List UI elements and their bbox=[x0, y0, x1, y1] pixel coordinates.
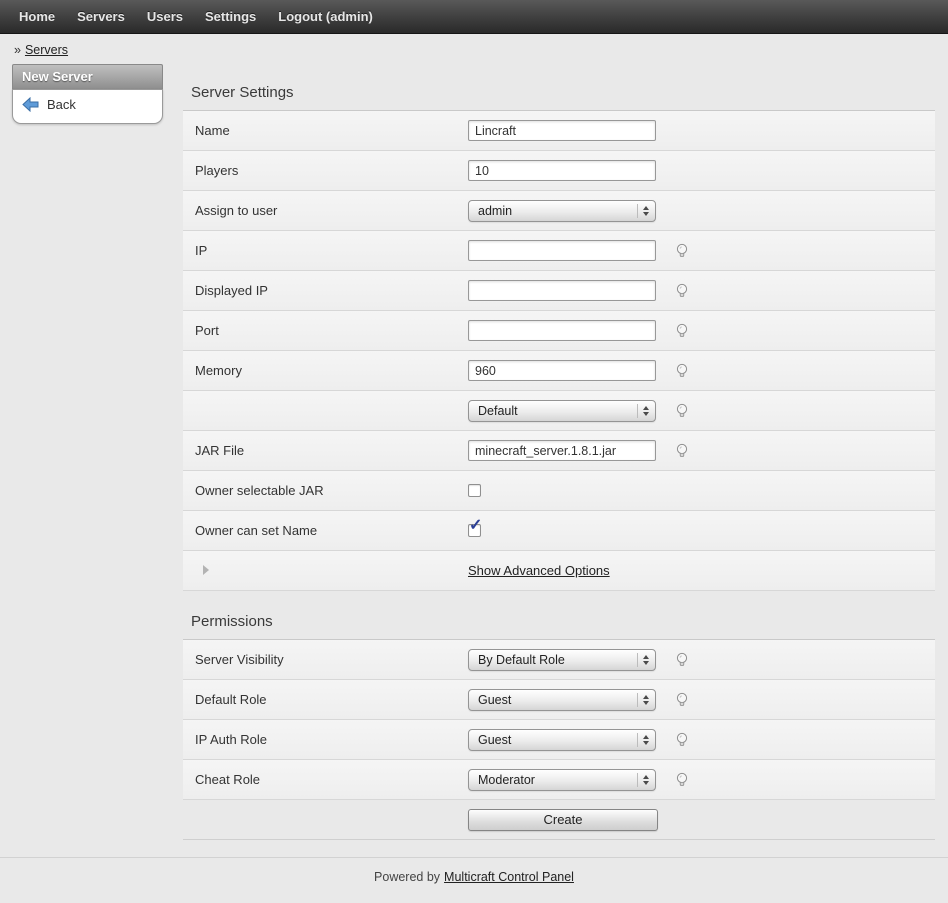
footer-text: Powered by bbox=[374, 870, 440, 884]
breadcrumb: » Servers bbox=[0, 34, 948, 62]
main-content: Server Settings Name Players Assign to u… bbox=[183, 76, 935, 840]
server-visibility-select-value: By Default Role bbox=[478, 653, 633, 667]
server-settings-title: Server Settings bbox=[183, 76, 935, 111]
row-ip: IP bbox=[183, 231, 935, 271]
help-icon[interactable] bbox=[674, 652, 690, 668]
row-server-visibility: Server Visibility By Default Role bbox=[183, 640, 935, 680]
displayed-ip-label: Displayed IP bbox=[183, 283, 468, 298]
jar-file-input[interactable] bbox=[468, 440, 656, 461]
server-visibility-select[interactable]: By Default Role bbox=[468, 649, 656, 671]
select-stepper-icon bbox=[637, 404, 651, 418]
assign-user-select-value: admin bbox=[478, 204, 633, 218]
nav-item-servers[interactable]: Servers bbox=[66, 9, 136, 24]
name-label: Name bbox=[183, 123, 468, 138]
row-assign-to-user: Assign to user admin bbox=[183, 191, 935, 231]
row-port: Port bbox=[183, 311, 935, 351]
show-advanced-link[interactable]: Show Advanced Options bbox=[468, 563, 610, 578]
select-stepper-icon bbox=[637, 773, 651, 787]
port-label: Port bbox=[183, 323, 468, 338]
page-footer: Powered by Multicraft Control Panel bbox=[0, 857, 948, 898]
sidebar-body: Back bbox=[12, 89, 163, 124]
players-input[interactable] bbox=[468, 160, 656, 181]
displayed-ip-input[interactable] bbox=[468, 280, 656, 301]
row-jar-file: JAR File bbox=[183, 431, 935, 471]
cheat-role-label: Cheat Role bbox=[183, 772, 468, 787]
nav-item-settings[interactable]: Settings bbox=[194, 9, 267, 24]
checkmark-icon: ✓ bbox=[469, 518, 482, 534]
owner-selectable-jar-checkbox[interactable] bbox=[468, 484, 481, 497]
row-advanced-options: Show Advanced Options bbox=[183, 551, 935, 591]
breadcrumb-marker: » bbox=[14, 43, 21, 57]
sidebar-title: New Server bbox=[12, 64, 163, 89]
memory-label: Memory bbox=[183, 363, 468, 378]
default-role-select[interactable]: Guest bbox=[468, 689, 656, 711]
back-button[interactable]: Back bbox=[22, 97, 153, 112]
ip-auth-role-select[interactable]: Guest bbox=[468, 729, 656, 751]
select-stepper-icon bbox=[637, 693, 651, 707]
advanced-toggle-cell bbox=[183, 563, 468, 578]
row-displayed-ip: Displayed IP bbox=[183, 271, 935, 311]
owner-can-set-name-checkbox[interactable]: ✓ bbox=[468, 524, 481, 537]
select-stepper-icon bbox=[637, 733, 651, 747]
help-icon[interactable] bbox=[674, 443, 690, 459]
help-icon[interactable] bbox=[674, 732, 690, 748]
owner-selectable-jar-label: Owner selectable JAR bbox=[183, 483, 468, 498]
row-default-role: Default Role Guest bbox=[183, 680, 935, 720]
back-label: Back bbox=[47, 97, 76, 112]
row-name: Name bbox=[183, 111, 935, 151]
help-icon[interactable] bbox=[674, 243, 690, 259]
select-stepper-icon bbox=[637, 653, 651, 667]
default-role-select-value: Guest bbox=[478, 693, 633, 707]
jar-file-label: JAR File bbox=[183, 443, 468, 458]
ip-label: IP bbox=[183, 243, 468, 258]
row-players: Players bbox=[183, 151, 935, 191]
server-visibility-label: Server Visibility bbox=[183, 652, 468, 667]
row-ip-auth-role: IP Auth Role Guest bbox=[183, 720, 935, 760]
permissions-title: Permissions bbox=[183, 605, 935, 640]
nav-item-home[interactable]: Home bbox=[8, 9, 66, 24]
help-icon[interactable] bbox=[674, 323, 690, 339]
assign-user-select[interactable]: admin bbox=[468, 200, 656, 222]
footer-multicraft-link[interactable]: Multicraft Control Panel bbox=[444, 870, 574, 884]
help-icon[interactable] bbox=[674, 772, 690, 788]
owner-can-set-name-label: Owner can set Name bbox=[183, 523, 468, 538]
back-arrow-icon bbox=[22, 97, 39, 112]
create-button[interactable]: Create bbox=[468, 809, 658, 831]
row-jar-preset: Default bbox=[183, 391, 935, 431]
cheat-role-select[interactable]: Moderator bbox=[468, 769, 656, 791]
help-icon[interactable] bbox=[674, 403, 690, 419]
jar-preset-select[interactable]: Default bbox=[468, 400, 656, 422]
ip-auth-role-label: IP Auth Role bbox=[183, 732, 468, 747]
row-memory: Memory bbox=[183, 351, 935, 391]
jar-preset-select-value: Default bbox=[478, 404, 633, 418]
players-label: Players bbox=[183, 163, 468, 178]
ip-auth-role-select-value: Guest bbox=[478, 733, 633, 747]
memory-input[interactable] bbox=[468, 360, 656, 381]
sidebar: New Server Back bbox=[12, 64, 163, 124]
row-owner-selectable-jar: Owner selectable JAR bbox=[183, 471, 935, 511]
row-owner-can-set-name: Owner can set Name ✓ bbox=[183, 511, 935, 551]
row-create: Create bbox=[183, 800, 935, 840]
disclosure-triangle-icon[interactable] bbox=[203, 565, 209, 575]
port-input[interactable] bbox=[468, 320, 656, 341]
assign-to-user-label: Assign to user bbox=[183, 203, 468, 218]
nav-item-users[interactable]: Users bbox=[136, 9, 194, 24]
ip-input[interactable] bbox=[468, 240, 656, 261]
help-icon[interactable] bbox=[674, 283, 690, 299]
breadcrumb-servers-link[interactable]: Servers bbox=[25, 43, 68, 57]
help-icon[interactable] bbox=[674, 363, 690, 379]
select-stepper-icon bbox=[637, 204, 651, 218]
help-icon[interactable] bbox=[674, 692, 690, 708]
default-role-label: Default Role bbox=[183, 692, 468, 707]
nav-item-logout[interactable]: Logout (admin) bbox=[267, 9, 384, 24]
row-cheat-role: Cheat Role Moderator bbox=[183, 760, 935, 800]
cheat-role-select-value: Moderator bbox=[478, 773, 633, 787]
name-input[interactable] bbox=[468, 120, 656, 141]
top-navbar: Home Servers Users Settings Logout (admi… bbox=[0, 0, 948, 34]
